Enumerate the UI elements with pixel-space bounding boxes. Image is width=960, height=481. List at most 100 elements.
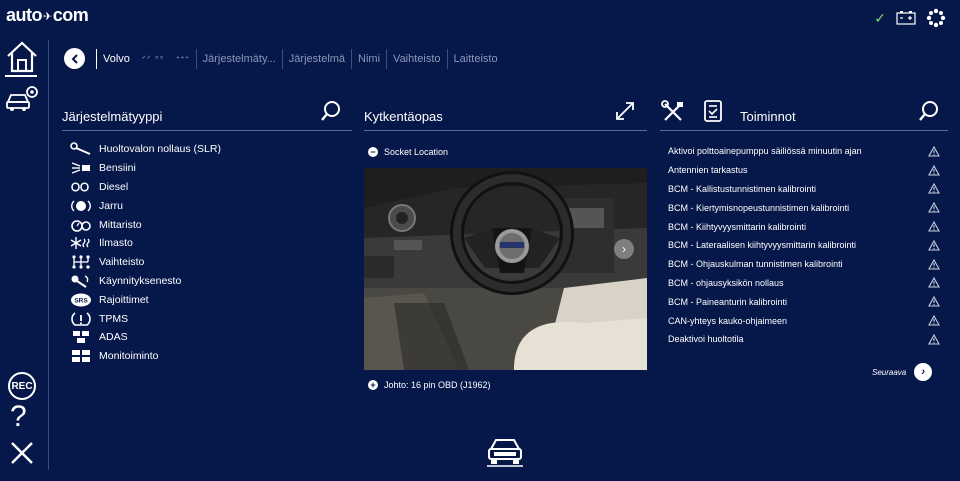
system-type-item-instruments[interactable]: Mittaristo [70,215,330,234]
system-type-item-adas[interactable]: ADAS [70,328,330,347]
breadcrumb-item-system-type[interactable]: Järjestelmäty... [195,49,282,69]
system-type-item-immobilizer[interactable]: Käynnityksenesto [70,272,330,291]
connection-ok-icon: ✓ [874,9,886,26]
function-item[interactable]: CAN-yhteys kauko-ohjaimeen [668,311,940,330]
collapse-minus-icon: − [368,147,378,157]
image-next-button[interactable]: › [614,239,634,259]
breadcrumb-item-system[interactable]: Järjestelmä [281,49,351,69]
autocom-logo: auto✈com [6,5,89,26]
socket-location-label: Socket Location [384,147,449,157]
functions-pagination: Seuraava › [872,363,933,381]
function-item[interactable]: BCM - Kiihtyvyysmittarin kalibrointi [668,217,940,236]
expand-icon[interactable] [614,100,636,122]
system-type-label: Rajoittimet [99,293,149,306]
warning-icon [928,315,940,326]
record-button[interactable]: REC [8,372,36,400]
warning-icon [928,202,940,213]
home-icon[interactable] [5,40,39,74]
function-label: BCM - Kallistustunnistimen kalibrointi [668,183,817,194]
function-item[interactable]: BCM - Ohjauskulman tunnistimen kalibroin… [668,255,940,274]
function-item[interactable]: BCM - Paineanturin kalibrointi [668,292,940,311]
warning-icon [928,164,940,176]
logo-text-right: com [52,5,89,25]
multifunction-icon [72,350,90,363]
system-type-divider [62,130,352,131]
warning-icon [928,296,940,307]
settings-gear-icon[interactable] [926,8,946,28]
back-button[interactable] [64,48,85,69]
system-type-item-climate[interactable]: Ilmasto [70,234,330,253]
function-item[interactable]: Aktivoi polttoainepumppu säiliössä minuu… [668,142,940,161]
function-item[interactable]: BCM - Kallistustunnistimen kalibrointi [668,180,940,199]
tpms-icon [71,311,91,326]
chevron-right-icon: › [622,242,626,256]
function-item[interactable]: BCM - Kiertymisnopeustunnistimen kalibro… [668,198,940,217]
vehicle-front-icon[interactable] [487,437,523,467]
function-label: BCM - ohjausyksikön nollaus [668,277,784,288]
breadcrumb-item-make[interactable]: Volvo [96,49,136,69]
function-item[interactable]: BCM - ohjausyksikön nollaus [668,274,940,293]
battery-icon [896,11,916,25]
climate-icon [70,237,90,250]
help-button[interactable]: ? [10,402,27,432]
functions-title: Toiminnot [740,109,796,124]
warning-icon [928,239,940,251]
system-type-list: Huoltovalon nollaus (SLR) Bensiini Diese… [70,140,330,366]
system-type-item-diesel[interactable]: Diesel [70,178,330,197]
system-type-item-tpms[interactable]: TPMS [70,309,330,328]
breadcrumb: Volvo ᐟᐟ ᐣᐣ ᐩᐩᐩ Järjestelmäty... Järjest… [96,49,504,69]
system-type-label: Mittaristo [99,218,142,231]
function-label: BCM - Kiihtyvyysmittarin kalibrointi [668,221,807,232]
expand-plus-icon: + [368,380,378,390]
tools-icon[interactable] [661,100,685,124]
system-type-item-petrol[interactable]: Bensiini [70,159,330,178]
system-type-item-slr[interactable]: Huoltovalon nollaus (SLR) [70,140,330,159]
report-document-icon[interactable] [702,99,724,123]
logo-plane-mark: ✈ [43,10,52,23]
function-item[interactable]: Deaktivoi huoltotila [668,330,940,349]
gearbox-icon [72,255,90,269]
warning-icon [928,221,940,232]
breadcrumb-item-hardware[interactable]: Laitteisto [446,49,504,69]
breadcrumb-item-name[interactable]: Nimi [351,49,386,69]
socket-location-row[interactable]: − Socket Location [368,147,448,157]
close-icon[interactable] [9,440,35,466]
home-active-indicator [5,75,37,77]
warning-icon [928,333,940,345]
function-label: Antennien tarkastus [668,165,748,176]
connection-guide-divider [364,130,647,131]
vehicle-diagnostics-icon[interactable] [5,84,39,112]
chevron-right-icon: › [921,366,926,378]
connection-guide-title: Kytkentäopas [364,109,443,124]
system-type-label: TPMS [99,312,129,325]
rail-divider [48,40,49,470]
adas-icon [73,331,89,344]
function-label: BCM - Paineanturin kalibrointi [668,296,788,307]
breadcrumb-item-model[interactable]: ᐟᐟ ᐣᐣ [136,49,170,69]
wire-info-row[interactable]: + Johto: 16 pin OBD (J1962) [368,380,491,390]
function-item[interactable]: Antennien tarkastus [668,161,940,180]
srs-icon: SRS [71,293,91,307]
chevron-left-icon [71,53,78,64]
glow-plug-icon [71,182,89,192]
system-type-item-multifunction[interactable]: Monitoiminto [70,347,330,366]
system-type-item-restraints[interactable]: SRS Rajoittimet [70,290,330,309]
next-page-label[interactable]: Seuraava [872,368,906,377]
function-label: CAN-yhteys kauko-ohjaimeen [668,315,788,326]
breadcrumb-item-gearbox[interactable]: Vaihteisto [386,49,447,69]
functions-search-icon[interactable] [918,100,940,122]
system-type-label: ADAS [99,331,128,344]
breadcrumb-item-variant[interactable]: ᐩᐩᐩ [170,49,196,69]
function-label: Deaktivoi huoltotila [668,334,744,345]
function-label: BCM - Kiertymisnopeustunnistimen kalibro… [668,202,850,213]
system-type-item-gearbox[interactable]: Vaihteisto [70,253,330,272]
function-item[interactable]: BCM - Lateraalisen kiihtyvyysmittarin ka… [668,236,940,255]
logo-text-left: auto [6,5,43,25]
function-label: Aktivoi polttoainepumppu säiliössä minuu… [668,146,862,157]
fuel-spray-icon [71,162,90,174]
system-type-label: Bensiini [99,162,136,175]
next-page-button[interactable]: › [914,363,933,381]
system-type-item-brake[interactable]: Jarru [70,196,330,215]
warning-icon [928,277,940,289]
search-icon[interactable] [320,100,342,122]
